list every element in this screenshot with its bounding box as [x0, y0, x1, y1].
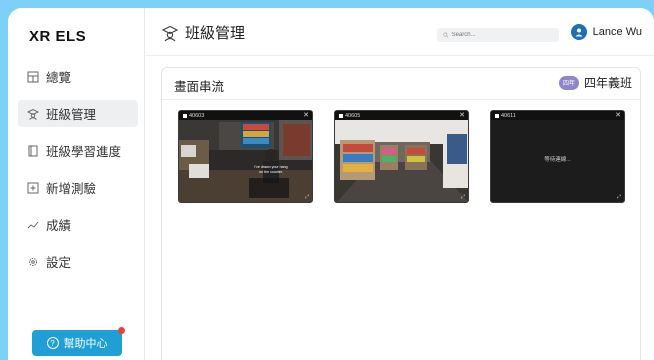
panel-title: 畫面串流 [174, 80, 225, 94]
gear-icon [26, 255, 40, 269]
sidebar-item-label: 設定 [46, 256, 72, 270]
search-icon [443, 32, 449, 38]
help-icon: ? [46, 337, 59, 349]
help-center-button[interactable]: ? 幫助中心 [32, 327, 125, 356]
stream-titlebar: 40603 [179, 111, 312, 120]
sidebar-item-label: 成績 [46, 219, 72, 233]
sidebar-item-class-management[interactable]: 班級管理 [18, 100, 138, 127]
close-icon[interactable]: ✕ [303, 111, 309, 119]
stream-tile[interactable]: 40603 ✕ I've drawn your hang on the coun… [178, 110, 313, 203]
class-icon [26, 107, 40, 121]
record-icon [339, 113, 343, 118]
brand-logo: XR ELS [29, 28, 87, 45]
help-center-label: 幫助中心 [63, 338, 108, 350]
panel-header: 畫面串流 四年 四年義班 [162, 68, 640, 100]
stream-video-frame [335, 120, 468, 202]
stream-id: 40611 [501, 112, 516, 119]
class-badge: 四年 [558, 75, 579, 90]
sidebar-nav: 總覽 班級管理 班級學習進度 新增測驗 成績 設定 [18, 63, 138, 285]
sidebar-item-label: 新增測驗 [46, 182, 97, 196]
stream-video-frame [179, 120, 312, 202]
stream-id: 40605 [345, 112, 361, 119]
sidebar-item-label: 班級管理 [46, 108, 97, 122]
stream-caption: I've drawn your hang on the counter. [254, 165, 288, 174]
stream-titlebar: 40611 [491, 111, 624, 120]
progress-book-icon [26, 144, 40, 158]
user-menu[interactable]: Lance Wu [570, 24, 642, 40]
dashboard-icon [26, 70, 40, 84]
close-icon[interactable]: ✕ [459, 111, 465, 119]
sidebar-item-progress[interactable]: 班級學習進度 [18, 137, 138, 164]
search-box[interactable] [437, 28, 559, 42]
record-icon [495, 113, 499, 118]
top-header: 班級管理 Lance Wu [145, 8, 654, 56]
stream-panel: 畫面串流 四年 四年義班 40603 ✕ I've drawn your han… [161, 67, 641, 360]
add-icon [26, 181, 40, 195]
chart-line-icon [26, 218, 40, 232]
sidebar-item-label: 總覽 [46, 71, 72, 85]
record-icon [183, 113, 187, 118]
class-icon [161, 24, 179, 42]
sidebar-item-label: 班級學習進度 [46, 145, 122, 159]
page-title: 班級管理 [161, 22, 245, 43]
stream-tile[interactable]: 40611 ✕ 等待連線... ⤢ [490, 110, 625, 203]
sidebar-item-settings[interactable]: 設定 [18, 248, 138, 275]
user-name: Lance Wu [592, 26, 642, 38]
class-name: 四年義班 [583, 76, 632, 90]
stream-grid: 40603 ✕ I've drawn your hang on the coun… [178, 110, 646, 203]
sidebar-item-overview[interactable]: 總覽 [18, 63, 138, 90]
page-title-text: 班級管理 [185, 25, 246, 42]
sidebar-item-grades[interactable]: 成績 [18, 211, 138, 238]
sidebar: XR ELS 總覽 班級管理 班級學習進度 新增測驗 成績 設定 ? 幫助中心 [8, 8, 145, 360]
expand-icon[interactable]: ⤢ [617, 194, 621, 200]
stream-waiting-status: 等待連線... [544, 157, 571, 163]
close-icon[interactable]: ✕ [615, 111, 621, 119]
sidebar-item-add-quiz[interactable]: 新增測驗 [18, 174, 138, 201]
stream-id: 40603 [189, 112, 205, 119]
stream-titlebar: 40605 [335, 111, 468, 120]
app-window: XR ELS 總覽 班級管理 班級學習進度 新增測驗 成績 設定 ? 幫助中心 … [8, 8, 654, 360]
expand-icon[interactable]: ⤢ [461, 194, 465, 200]
stream-tile[interactable]: 40605 ✕ ⤢ [334, 110, 469, 203]
class-selector[interactable]: 四年 四年義班 [558, 74, 632, 91]
avatar [570, 24, 587, 40]
search-input[interactable] [451, 32, 559, 38]
notification-dot [118, 327, 125, 334]
main-content: 班級管理 Lance Wu 畫面串流 四年 四年義班 [145, 8, 654, 360]
expand-icon[interactable]: ⤢ [305, 194, 309, 200]
